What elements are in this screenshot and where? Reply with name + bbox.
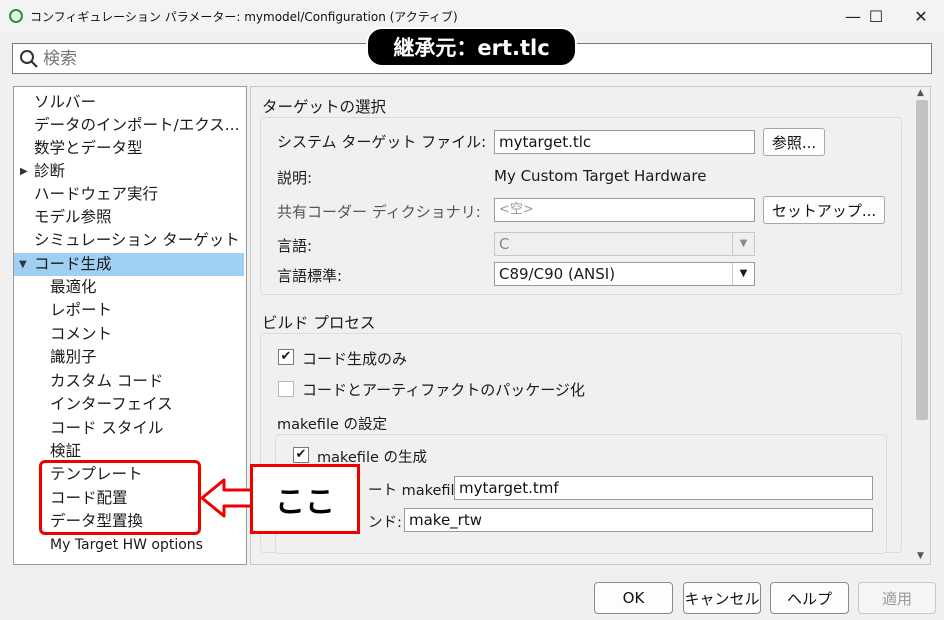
highlight-box <box>39 460 201 535</box>
language-standard-label: 言語標準: <box>277 267 343 285</box>
package-checkbox[interactable] <box>278 381 294 397</box>
shared-dict-field[interactable]: <空> <box>494 198 755 222</box>
tree-item-identifiers[interactable]: 識別子 <box>50 346 97 369</box>
help-button[interactable]: ヘルプ <box>770 582 849 614</box>
makefile-group: ✔ makefile の生成 ート makefile: mytarget.tmf… <box>275 434 887 554</box>
scroll-up-icon[interactable]: ▲ <box>917 88 924 98</box>
makefile-group-title: makefile の設定 <box>277 417 388 433</box>
tree-item-interface[interactable]: インターフェイス <box>50 393 173 416</box>
collapse-caret-icon[interactable]: ▼ <box>19 253 27 276</box>
tree-item-solver[interactable]: ソルバー <box>34 91 96 114</box>
package-label: コードとアーティファクトのパッケージ化 <box>302 381 585 399</box>
target-selection-group: システム ターゲット ファイル: mytarget.tlc 参照... 説明: … <box>260 117 902 295</box>
shared-dict-label: 共有コーダー ディクショナリ: <box>277 203 481 221</box>
setup-button[interactable]: セットアップ... <box>763 196 885 224</box>
app-logo-icon <box>9 9 23 23</box>
gen-makefile-checkbox[interactable]: ✔ <box>293 447 309 463</box>
target-selection-title: ターゲットの選択 <box>262 98 387 116</box>
codegen-only-checkbox[interactable]: ✔ <box>278 349 294 365</box>
search-icon <box>20 50 38 68</box>
description-value: My Custom Target Hardware <box>494 167 707 185</box>
codegen-only-label: コード生成のみ <box>302 350 408 368</box>
left-arrow-icon <box>200 478 254 518</box>
apply-button: 適用 <box>858 582 936 614</box>
scrollbar-thumb[interactable] <box>916 100 928 420</box>
cancel-button[interactable]: キャンセル <box>683 582 761 614</box>
expand-caret-icon[interactable]: ▶ <box>20 166 28 177</box>
language-select: C ▼ <box>494 232 755 256</box>
make-command-field[interactable]: make_rtw <box>404 508 873 532</box>
language-value: C <box>499 235 510 253</box>
tree-item-data-import-export[interactable]: データのインポート/エクス... <box>34 114 240 137</box>
tree-item-math-data-types[interactable]: 数学とデータ型 <box>34 137 143 160</box>
language-label: 言語: <box>277 237 313 255</box>
panel-scrollbar[interactable]: ▲ ▼ <box>914 88 930 564</box>
tree-item-code-style[interactable]: コード スタイル <box>50 417 163 440</box>
callout-label: ここ <box>250 464 360 534</box>
scroll-down-icon[interactable]: ▼ <box>917 551 924 561</box>
window-title: コンフィギュレーション パラメーター: mymodel/Configuratio… <box>30 10 458 24</box>
maximize-button[interactable]: ☐ <box>853 0 899 32</box>
dropdown-arrow-icon: ▼ <box>732 233 754 255</box>
tree-item-comments[interactable]: コメント <box>50 323 112 346</box>
ok-button[interactable]: OK <box>594 582 673 614</box>
make-command-label: ンド: <box>368 515 402 531</box>
system-target-field[interactable]: mytarget.tlc <box>494 130 755 154</box>
tree-item-code-generation: コード生成 <box>34 255 112 273</box>
template-makefile-field[interactable]: mytarget.tmf <box>454 476 873 500</box>
close-button[interactable]: ✕ <box>898 0 944 32</box>
tree-item-simulation-target[interactable]: シミュレーション ターゲット <box>34 229 240 252</box>
tree-item-diagnostics[interactable]: 診断 <box>34 160 65 183</box>
language-standard-select[interactable]: C89/C90 (ANSI) ▼ <box>494 262 755 286</box>
build-process-title: ビルド プロセス <box>262 314 376 332</box>
tree-item-hardware-implementation[interactable]: ハードウェア実行 <box>34 183 158 206</box>
tree-item-custom-code[interactable]: カスタム コード <box>50 370 163 393</box>
tree-item-report[interactable]: レポート <box>50 299 112 322</box>
tree-item-optimization[interactable]: 最適化 <box>50 276 97 299</box>
tree-item-my-target-hw-options[interactable]: My Target HW options <box>50 534 203 557</box>
inherit-badge: 継承元：ert.tlc <box>366 27 577 67</box>
tree-item-code-generation-row[interactable]: ▼ コード生成 <box>14 253 244 276</box>
tree-item-model-referencing[interactable]: モデル参照 <box>34 206 112 229</box>
browse-button[interactable]: 参照... <box>763 128 825 156</box>
dropdown-arrow-icon[interactable]: ▼ <box>732 263 754 285</box>
system-target-label: システム ターゲット ファイル: <box>277 133 487 151</box>
language-standard-value: C89/C90 (ANSI) <box>499 265 616 283</box>
description-label: 説明: <box>277 169 313 187</box>
